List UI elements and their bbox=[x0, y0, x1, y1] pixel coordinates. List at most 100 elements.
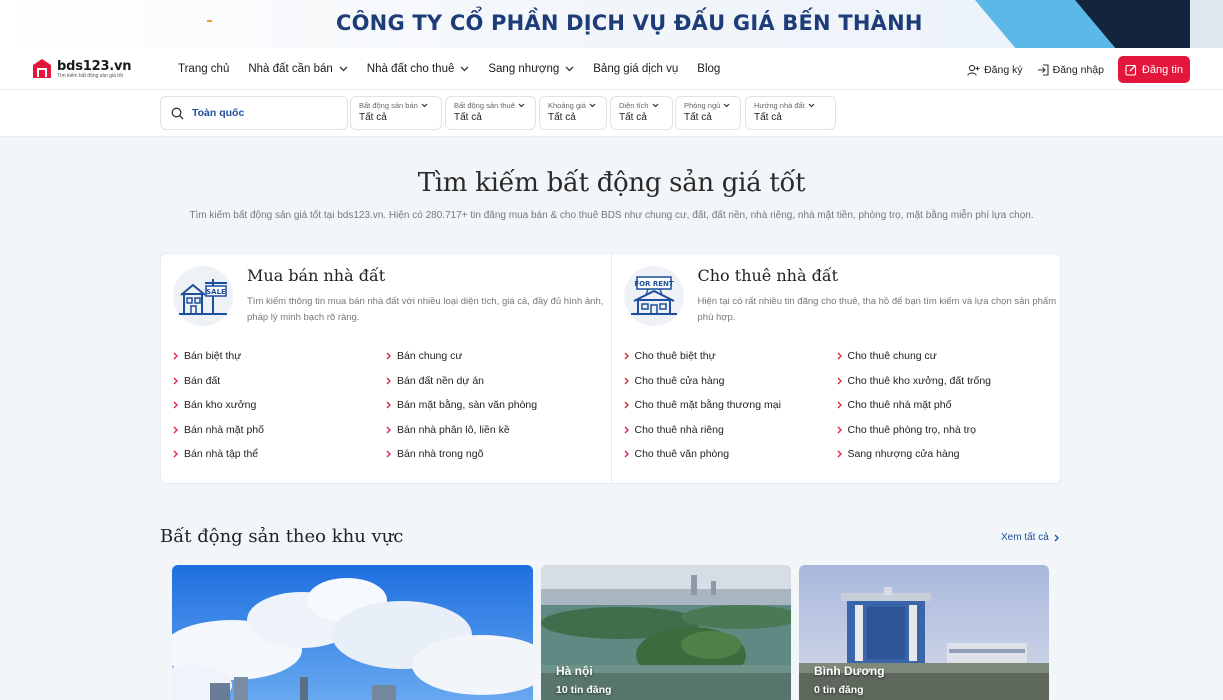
link-label: Bán kho xưởng bbox=[184, 399, 257, 412]
region-name: Bình Dương bbox=[814, 664, 885, 678]
link-label: Cho thuê kho xưởng, đất trống bbox=[847, 374, 992, 387]
category-link[interactable]: Bán đất nền dự án bbox=[386, 369, 599, 394]
category-link[interactable]: Cho thuê nhà mặt phố bbox=[837, 393, 1050, 418]
region-card[interactable]: Bình Dương 0 tin đăng bbox=[799, 565, 1049, 700]
chevron-down-icon bbox=[518, 103, 525, 108]
chevron-down-icon bbox=[460, 66, 469, 72]
region-count: 0 tin đăng bbox=[814, 684, 864, 696]
see-all-link[interactable]: Xem tất cả bbox=[1001, 532, 1059, 543]
nav-for-rent[interactable]: Nhà đất cho thuê bbox=[367, 63, 470, 75]
link-label: Cho thuê mặt bằng thương mại bbox=[634, 399, 781, 412]
chevron-down-icon bbox=[652, 103, 659, 108]
link-label: Cho thuê chung cư bbox=[847, 350, 937, 363]
filter-price-range[interactable]: Khoảng giá Tất cả bbox=[539, 96, 607, 130]
category-for-rent: FOR RENT Cho thuê nhà đất Hiện tại có rấ… bbox=[610, 254, 1064, 483]
filter-bedrooms[interactable]: Phòng ngủ Tất cả bbox=[675, 96, 741, 130]
filter-property-sale[interactable]: Bất động sản bán Tất cả bbox=[350, 96, 442, 130]
link-label: Bán đất bbox=[184, 374, 221, 387]
user-plus-icon bbox=[967, 64, 980, 76]
category-link[interactable]: Cho thuê biệt thự bbox=[624, 344, 837, 369]
link-label: Bán nhà trong ngõ bbox=[397, 448, 484, 461]
nav-pricing[interactable]: Bảng giá dịch vụ bbox=[593, 63, 678, 75]
nav-home-label: Trang chủ bbox=[178, 63, 230, 75]
chevron-right-icon bbox=[386, 401, 391, 409]
nav-pricing-label: Bảng giá dịch vụ bbox=[593, 63, 679, 75]
filter-direction[interactable]: Hướng nhà đất Tất cả bbox=[745, 96, 836, 130]
category-link[interactable]: Sang nhượng cửa hàng bbox=[837, 442, 1050, 467]
chevron-right-icon bbox=[624, 401, 629, 409]
filter-label: Phòng ngủ bbox=[684, 101, 721, 110]
category-links: Cho thuê biệt thự Cho thuê chung cư Cho … bbox=[624, 344, 1064, 467]
category-link[interactable]: Bán nhà tập thể bbox=[173, 442, 386, 467]
nav-blog[interactable]: Blog bbox=[697, 63, 720, 75]
link-label: Bán đất nền dự án bbox=[397, 374, 485, 387]
link-label: Bán mặt bằng, sàn văn phòng bbox=[397, 399, 538, 412]
main-nav: Trang chủ Nhà đất cần bán Nhà đất cho th… bbox=[178, 48, 739, 90]
top-banner[interactable]: CÔNG TY CỔ PHẦN DỊCH VỤ ĐẤU GIÁ BẾN THÀN… bbox=[0, 0, 1223, 48]
region-card[interactable] bbox=[172, 565, 533, 700]
category-link[interactable]: Cho thuê văn phòng bbox=[624, 442, 837, 467]
chevron-right-icon bbox=[173, 352, 178, 360]
filter-value: Tất cả bbox=[359, 112, 387, 123]
category-link[interactable]: Cho thuê kho xưởng, đất trống bbox=[837, 369, 1050, 394]
nav-for-sale[interactable]: Nhà đất cần bán bbox=[248, 63, 348, 75]
category-link[interactable]: Cho thuê phòng trọ, nhà trọ bbox=[837, 418, 1050, 443]
site-logo[interactable]: bds123.vn Tìm kiếm bất động sản giá tốt bbox=[32, 58, 132, 80]
filter-value: Tất cả bbox=[754, 112, 782, 123]
link-label: Bán nhà tập thể bbox=[184, 448, 259, 461]
chevron-right-icon bbox=[173, 377, 178, 385]
filter-label: Bất động sản thuê bbox=[454, 101, 515, 110]
link-label: Cho thuê nhà mặt phố bbox=[847, 399, 952, 412]
register-label: Đăng ký bbox=[984, 63, 1023, 76]
category-link[interactable]: Cho thuê cửa hàng bbox=[624, 369, 837, 394]
chevron-down-icon bbox=[808, 103, 815, 108]
category-link[interactable]: Cho thuê nhà riêng bbox=[624, 418, 837, 443]
filter-bar: Toàn quốc Bất động sản bán Tất cả Bất độ… bbox=[0, 90, 1223, 137]
post-listing-button[interactable]: Đăng tin bbox=[1118, 56, 1190, 83]
region-count: 10 tin đăng bbox=[556, 684, 612, 696]
register-link[interactable]: Đăng ký bbox=[967, 64, 1023, 76]
filter-area[interactable]: Diện tích Tất cả bbox=[610, 96, 673, 130]
link-label: Cho thuê cửa hàng bbox=[634, 374, 725, 387]
see-all-label: Xem tất cả bbox=[1001, 532, 1049, 543]
nav-home[interactable]: Trang chủ bbox=[178, 63, 229, 75]
chevron-down-icon bbox=[723, 103, 730, 108]
chevron-right-icon bbox=[624, 450, 629, 458]
category-link[interactable]: Bán nhà mặt phố bbox=[173, 418, 386, 443]
region-card[interactable]: Hà nội 10 tin đăng bbox=[541, 565, 791, 700]
nav-for-rent-label: Nhà đất cho thuê bbox=[366, 63, 455, 75]
chevron-right-icon bbox=[173, 401, 178, 409]
category-link[interactable]: Bán mặt bằng, sàn văn phòng bbox=[386, 393, 599, 418]
category-link[interactable]: Bán nhà trong ngõ bbox=[386, 442, 599, 467]
login-link[interactable]: Đăng nhập bbox=[1037, 64, 1104, 76]
link-label: Bán chung cư bbox=[397, 350, 463, 363]
category-link[interactable]: Cho thuê chung cư bbox=[837, 344, 1050, 369]
category-title: Cho thuê nhà đất bbox=[697, 266, 839, 285]
category-link[interactable]: Bán biệt thự bbox=[173, 344, 386, 369]
category-link[interactable]: Cho thuê mặt bằng thương mại bbox=[624, 393, 837, 418]
chevron-right-icon bbox=[386, 426, 391, 434]
nav-transfer[interactable]: Sang nhượng bbox=[488, 63, 574, 75]
location-search[interactable]: Toàn quốc bbox=[160, 96, 348, 130]
auth-area: Đăng ký Đăng nhập Đăng tin bbox=[967, 56, 1190, 83]
category-link[interactable]: Bán kho xưởng bbox=[173, 393, 386, 418]
for-rent-house-icon: FOR RENT bbox=[623, 266, 684, 326]
link-label: Cho thuê nhà riêng bbox=[634, 423, 724, 436]
chevron-right-icon bbox=[173, 450, 178, 458]
logo-name: bds123.vn bbox=[57, 58, 132, 74]
filter-property-rent[interactable]: Bất động sản thuê Tất cả bbox=[445, 96, 536, 130]
chevron-right-icon bbox=[1054, 534, 1059, 541]
category-link[interactable]: Bán chung cư bbox=[386, 344, 599, 369]
link-label: Cho thuê biệt thự bbox=[634, 350, 716, 363]
category-link[interactable]: Bán nhà phân lô, liền kề bbox=[386, 418, 599, 443]
chevron-right-icon bbox=[386, 450, 391, 458]
nav-transfer-label: Sang nhượng bbox=[488, 63, 560, 75]
search-icon bbox=[171, 107, 184, 119]
location-search-value: Toàn quốc bbox=[192, 107, 245, 119]
for-rent-sign-text: FOR RENT bbox=[634, 280, 674, 288]
category-link[interactable]: Bán đất bbox=[173, 369, 386, 394]
hero-title: Tìm kiếm bất động sản giá tốt bbox=[417, 168, 806, 198]
edit-icon bbox=[1125, 64, 1137, 76]
category-for-sale: SALE Mua bán nhà đất Tìm kiếm thông tin … bbox=[161, 254, 611, 483]
filter-label: Hướng nhà đất bbox=[754, 101, 805, 110]
